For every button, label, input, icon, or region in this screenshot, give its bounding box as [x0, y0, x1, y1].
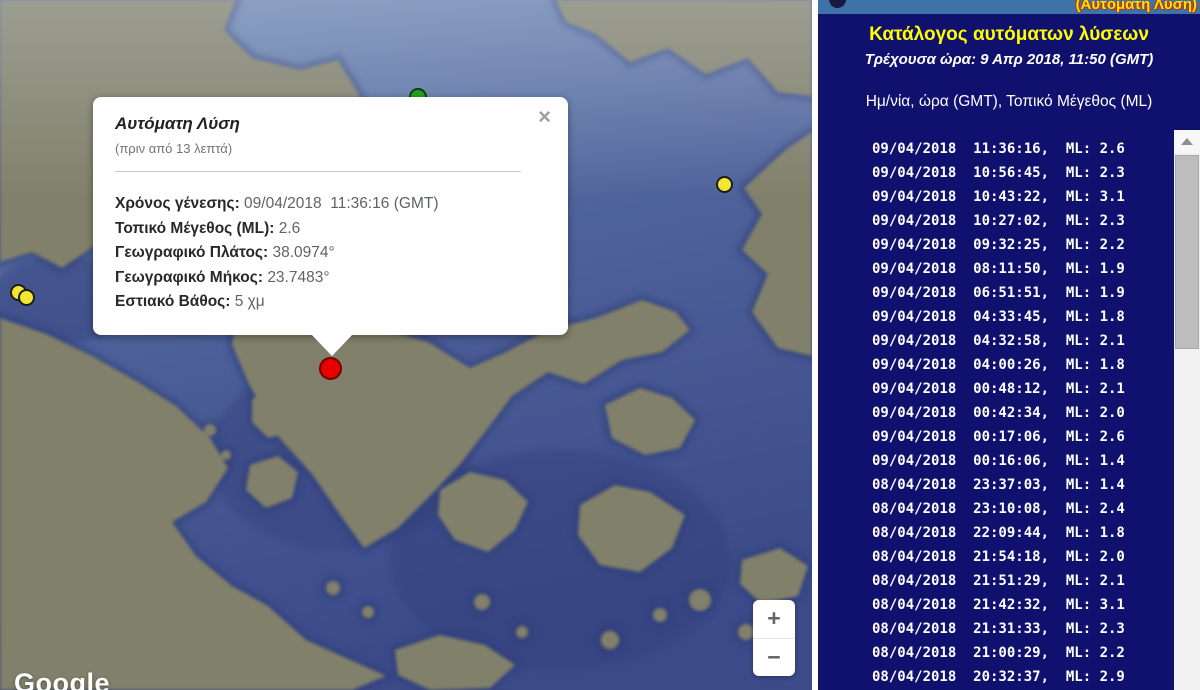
selected-event-marker[interactable] [319, 357, 342, 380]
event-list-item[interactable]: 09/04/2018 00:42:34, ML: 2.0 [872, 401, 1173, 425]
info-window: × Αυτόματη Λύση (πριν από 13 λεπτά) Χρόν… [93, 97, 568, 335]
event-list-item[interactable]: 08/04/2018 21:31:33, ML: 2.3 [872, 617, 1173, 641]
event-list-item[interactable]: 08/04/2018 21:42:32, ML: 3.1 [872, 593, 1173, 617]
event-list-item[interactable]: 09/04/2018 06:51:51, ML: 1.9 [872, 281, 1173, 305]
popup-tail [311, 334, 353, 356]
scrollbar-up-button[interactable] [1174, 130, 1200, 153]
event-list-item[interactable]: 08/04/2018 21:51:29, ML: 2.1 [872, 569, 1173, 593]
event-list-item[interactable]: 09/04/2018 00:48:12, ML: 2.1 [872, 377, 1173, 401]
event-list-item[interactable]: 09/04/2018 11:36:16, ML: 2.6 [872, 137, 1173, 161]
event-list-item[interactable]: 08/04/2018 23:10:08, ML: 2.4 [872, 497, 1173, 521]
event-list-item[interactable]: 09/04/2018 04:33:45, ML: 1.8 [872, 305, 1173, 329]
event-marker-yellow-3[interactable] [716, 176, 733, 193]
google-logo[interactable]: Google [14, 668, 110, 690]
event-list-item[interactable]: 09/04/2018 00:16:06, ML: 1.4 [872, 449, 1173, 473]
map-zoom-control: + − [753, 600, 795, 676]
list-column-header: Ημ/νία, ώρα (GMT), Τοπικό Μέγεθος (ML) [818, 93, 1200, 111]
popup-age-note: (πριν από 13 λεπτά) [115, 141, 546, 156]
legend-label: (Αυτόματη Λύση) [1076, 0, 1197, 13]
event-list-item[interactable]: 09/04/2018 00:17:06, ML: 2.6 [872, 425, 1173, 449]
event-list-item[interactable]: 09/04/2018 08:11:50, ML: 1.9 [872, 257, 1173, 281]
popup-field-depth: Εστιακό Βάθος: 5 χμ [115, 290, 546, 315]
event-list-item[interactable]: 08/04/2018 23:37:03, ML: 1.4 [872, 473, 1173, 497]
current-time: Τρέχουσα ώρα: 9 Απρ 2018, 11:50 (GMT) [818, 51, 1200, 68]
scroll-up-icon [1181, 138, 1193, 145]
map-canvas[interactable]: × Αυτόματη Λύση (πριν από 13 λεπτά) Χρόν… [0, 0, 812, 690]
legend-marker-icon [829, 0, 846, 8]
popup-field-magnitude: Τοπικό Μέγεθος (ML): 2.6 [115, 217, 546, 242]
zoom-in-button[interactable]: + [753, 600, 795, 638]
event-list-item[interactable]: 09/04/2018 10:56:45, ML: 2.3 [872, 161, 1173, 185]
list-scrollbar[interactable] [1174, 130, 1200, 690]
catalog-title: Κατάλογος αυτόματων λύσεων [818, 24, 1200, 46]
sidebar: (Αυτόματη Λύση) Κατάλογος αυτόματων λύσε… [818, 0, 1200, 690]
event-list-item[interactable]: 09/04/2018 04:00:26, ML: 1.8 [872, 353, 1173, 377]
event-list-item[interactable]: 08/04/2018 20:32:37, ML: 2.9 [872, 665, 1173, 689]
scrollbar-thumb[interactable] [1175, 155, 1199, 349]
zoom-out-button[interactable]: − [753, 638, 795, 677]
popup-field-latitude: Γεωγραφικό Πλάτος: 38.0974° [115, 241, 546, 266]
event-list-item[interactable]: 09/04/2018 04:32:58, ML: 2.1 [872, 329, 1173, 353]
event-list-item[interactable]: 08/04/2018 21:54:18, ML: 2.0 [872, 545, 1173, 569]
event-list-item[interactable]: 09/04/2018 09:32:25, ML: 2.2 [872, 233, 1173, 257]
popup-divider [115, 171, 521, 172]
close-icon[interactable]: × [538, 106, 551, 128]
sidebar-top-strip: (Αυτόματη Λύση) [818, 0, 1200, 14]
popup-title: Αυτόματη Λύση [115, 114, 546, 134]
event-list-container: 09/04/2018 11:36:16, ML: 2.609/04/2018 1… [818, 130, 1200, 690]
event-marker-yellow-2[interactable] [18, 289, 35, 306]
page: × Αυτόματη Λύση (πριν από 13 λεπτά) Χρόν… [0, 0, 1200, 690]
popup-field-origin-time: Χρόνος γένεσης: 09/04/2018 11:36:16 (GMT… [115, 192, 546, 217]
popup-field-longitude: Γεωγραφικό Μήκος: 23.7483° [115, 266, 546, 291]
event-list-item[interactable]: 09/04/2018 10:43:22, ML: 3.1 [872, 185, 1173, 209]
event-list-item[interactable]: 09/04/2018 10:27:02, ML: 2.3 [872, 209, 1173, 233]
event-list-item[interactable]: 08/04/2018 22:09:44, ML: 1.8 [872, 521, 1173, 545]
event-list-item[interactable]: 08/04/2018 21:00:29, ML: 2.2 [872, 641, 1173, 665]
event-list: 09/04/2018 11:36:16, ML: 2.609/04/2018 1… [818, 130, 1173, 690]
